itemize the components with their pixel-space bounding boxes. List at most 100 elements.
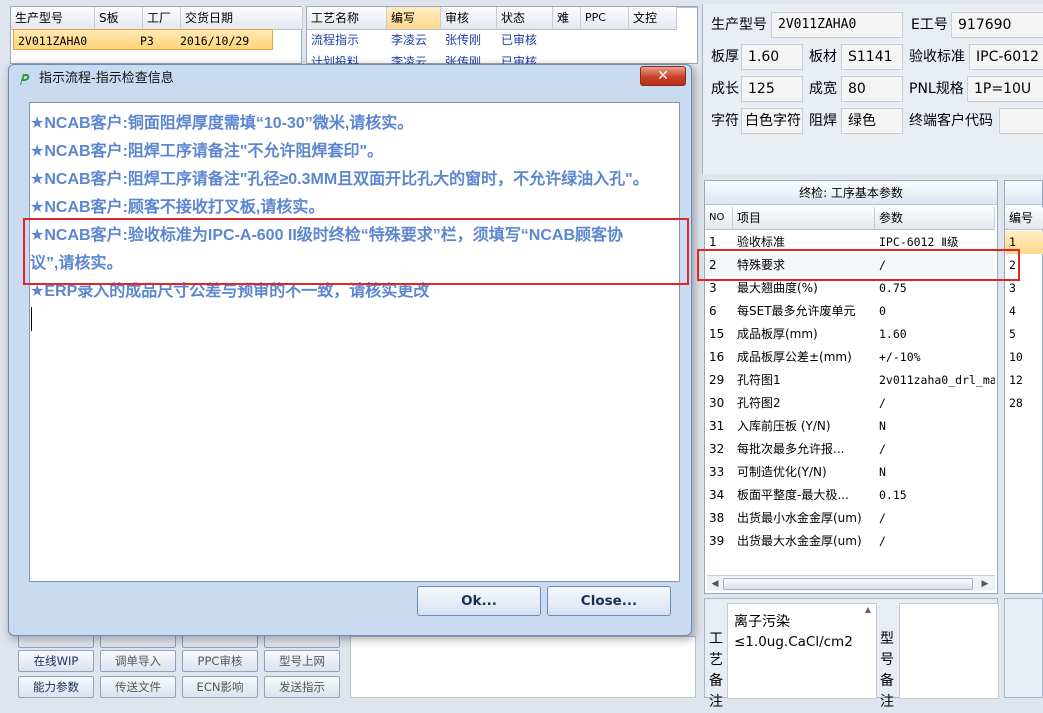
scroll-up-icon[interactable]: ▲ — [862, 605, 874, 614]
legend-field[interactable]: 白色字符 — [741, 108, 803, 134]
close-button[interactable]: Close... — [547, 586, 671, 616]
end-customer-field[interactable] — [999, 108, 1043, 134]
params-title: 终检: 工序基本参数 — [705, 181, 997, 205]
code-value[interactable]: 5 — [1005, 323, 1043, 346]
col-header-value[interactable]: 参数 — [875, 207, 995, 230]
thickness-field[interactable]: 1.60 — [741, 44, 803, 70]
col-header-no[interactable]: NO — [705, 207, 733, 230]
col-header-craft[interactable]: 工艺名称 — [307, 7, 387, 30]
send-file-button[interactable]: 传送文件 — [100, 676, 176, 698]
param-value: N — [879, 419, 886, 433]
model-online-button[interactable]: 型号上网 — [264, 650, 340, 672]
param-value: / — [879, 534, 886, 548]
col-header-doc-control[interactable]: 文控 — [629, 7, 677, 30]
ecn-impact-button[interactable]: ECN影响 — [182, 676, 258, 698]
message-textarea[interactable]: ★NCAB客户:铜面阻焊厚度需填“10-30”微米,请核实。 ★NCAB客户:阻… — [29, 102, 680, 582]
code-column-panel: 编号 1 2 3 4 5 10 12 28 — [1004, 180, 1043, 594]
instruction-check-dialog[interactable]: 指示流程-指示检查信息 ✕ ★NCAB客户:铜面阻焊厚度需填“10-30”微米,… — [8, 64, 692, 636]
code-title-bar — [1005, 181, 1042, 205]
col-header-s-board[interactable]: S板 — [95, 7, 143, 30]
model-field[interactable]: 2V011ZAHA0 — [771, 12, 903, 38]
vertical-label-char: 备 — [709, 673, 723, 689]
process-reviewer: 张传刚 — [445, 33, 482, 47]
table-row[interactable]: 2V011ZAHA0 P3 2016/10/29 — [13, 29, 273, 50]
message-line: ★NCAB客户:顾客不接收打叉板,请核实。 — [30, 199, 325, 216]
pnl-label: PNL规格 — [909, 81, 964, 97]
model-remark-text[interactable] — [899, 603, 999, 699]
standard-field[interactable]: IPC-6012 I — [969, 44, 1043, 70]
col-header-author[interactable]: 编写 — [387, 7, 441, 30]
ok-button[interactable]: Ok... — [417, 586, 541, 616]
col-header-reviewer[interactable]: 审核 — [441, 7, 497, 30]
table-row[interactable]: 15 成品板厚(mm) 1.60 — [705, 323, 995, 346]
standard-label: 验收标准 — [909, 49, 965, 65]
table-row[interactable]: 16 成品板厚公差±(mm) +/-10% — [705, 346, 995, 369]
col-header-delivery-date[interactable]: 交货日期 — [181, 7, 303, 30]
craft-remark-scrollbar[interactable]: ▲ — [862, 605, 874, 693]
param-no: 34 — [709, 488, 725, 502]
order-factory: P3 — [140, 34, 154, 48]
capability-params-button[interactable]: 能力参数 — [18, 676, 94, 698]
col-header-ppc[interactable]: PPC — [581, 7, 629, 30]
param-no: 32 — [709, 442, 725, 456]
close-icon[interactable]: ✕ — [640, 66, 686, 86]
code-value[interactable]: 12 — [1005, 369, 1043, 392]
process-author: 李凌云 — [391, 33, 428, 47]
col-header-status[interactable]: 状态 — [497, 7, 553, 30]
scroll-left-icon[interactable]: ◀ — [709, 578, 721, 590]
table-row[interactable]: 34 板面平整度-最大极... 0.15 — [705, 484, 995, 507]
highlight-rectangle-special-requirement — [697, 249, 1020, 281]
table-row[interactable]: 31 入库前压板 (Y/N) N — [705, 415, 995, 438]
col-header-model[interactable]: 生产型号 — [11, 7, 95, 30]
code-value[interactable]: 4 — [1005, 300, 1043, 323]
craft-remark-text[interactable]: 离子污染 ≤1.0ug.CaCl/cm2 — [727, 603, 877, 699]
pnl-field[interactable]: 1P=10U — [967, 76, 1043, 102]
table-row[interactable]: 33 可制造优化(Y/N) N — [705, 461, 995, 484]
mask-field[interactable]: 绿色 — [841, 108, 903, 134]
width-field[interactable]: 80 — [841, 76, 903, 102]
table-row[interactable]: 29 孔符图1 2v011zaha0_drl_ma — [705, 369, 995, 392]
code-value[interactable]: 10 — [1005, 346, 1043, 369]
col-header-item[interactable]: 项目 — [733, 207, 875, 230]
vertical-label-char: 艺 — [709, 652, 723, 668]
table-row[interactable]: 32 每批次最多允许报... / — [705, 438, 995, 461]
material-field[interactable]: S1141 — [841, 44, 903, 70]
table-row[interactable]: 30 孔符图2 / — [705, 392, 995, 415]
length-field[interactable]: 125 — [741, 76, 803, 102]
scrollbar-thumb[interactable] — [723, 578, 973, 590]
col-header-spacer — [677, 7, 697, 8]
param-item: 孔符图2 — [737, 396, 781, 410]
scroll-right-icon[interactable]: ▶ — [979, 578, 991, 590]
width-label: 成宽 — [809, 81, 837, 97]
col-header-difficulty[interactable]: 难 — [553, 7, 581, 30]
table-row[interactable]: 38 出货最小水金金厚(um) / — [705, 507, 995, 530]
e-no-label: E工号 — [911, 17, 948, 33]
e-no-field[interactable]: 917690 — [951, 12, 1043, 38]
col-header-factory[interactable]: 工厂 — [143, 7, 181, 30]
online-wip-button[interactable]: 在线WIP — [18, 650, 94, 672]
ion-contamination-title: 离子污染 — [734, 614, 790, 630]
process-detail-area — [350, 636, 696, 698]
message-line: ★NCAB客户:阻焊工序请备注"不允许阻焊套印"。 — [30, 143, 384, 160]
param-no: 31 — [709, 419, 725, 433]
param-item: 孔符图1 — [737, 373, 781, 387]
import-order-button[interactable]: 调单导入 — [100, 650, 176, 672]
process-grid[interactable]: 工艺名称 编写 审核 状态 难 PPC 文控 流程指示 李凌云 张传刚 已审核 … — [306, 6, 698, 69]
param-no: 15 — [709, 327, 725, 341]
param-value: +/-10% — [879, 350, 921, 364]
vertical-label-char: 注 — [709, 694, 723, 710]
code-value[interactable]: 28 — [1005, 392, 1043, 415]
param-item: 入库前压板 (Y/N) — [737, 419, 831, 433]
process-name[interactable]: 流程指示 — [307, 29, 387, 51]
col-header-code[interactable]: 编号 — [1005, 207, 1043, 230]
table-row[interactable]: 6 每SET最多允许废单元 0 — [705, 300, 995, 323]
param-no: 39 — [709, 534, 725, 548]
param-value: / — [879, 511, 886, 525]
order-grid[interactable]: 生产型号 S板 工厂 交货日期 2V011ZAHA0 P3 2016/10/29 — [10, 6, 303, 64]
table-row[interactable]: 39 出货最大水金金厚(um) / — [705, 530, 995, 553]
dialog-scroll-gutter — [681, 102, 687, 582]
send-instruction-button[interactable]: 发送指示 — [264, 676, 340, 698]
horizontal-scrollbar[interactable]: ◀ ▶ — [707, 575, 995, 591]
ppc-review-button[interactable]: PPC审核 — [182, 650, 258, 672]
param-item: 成品板厚(mm) — [737, 327, 818, 341]
